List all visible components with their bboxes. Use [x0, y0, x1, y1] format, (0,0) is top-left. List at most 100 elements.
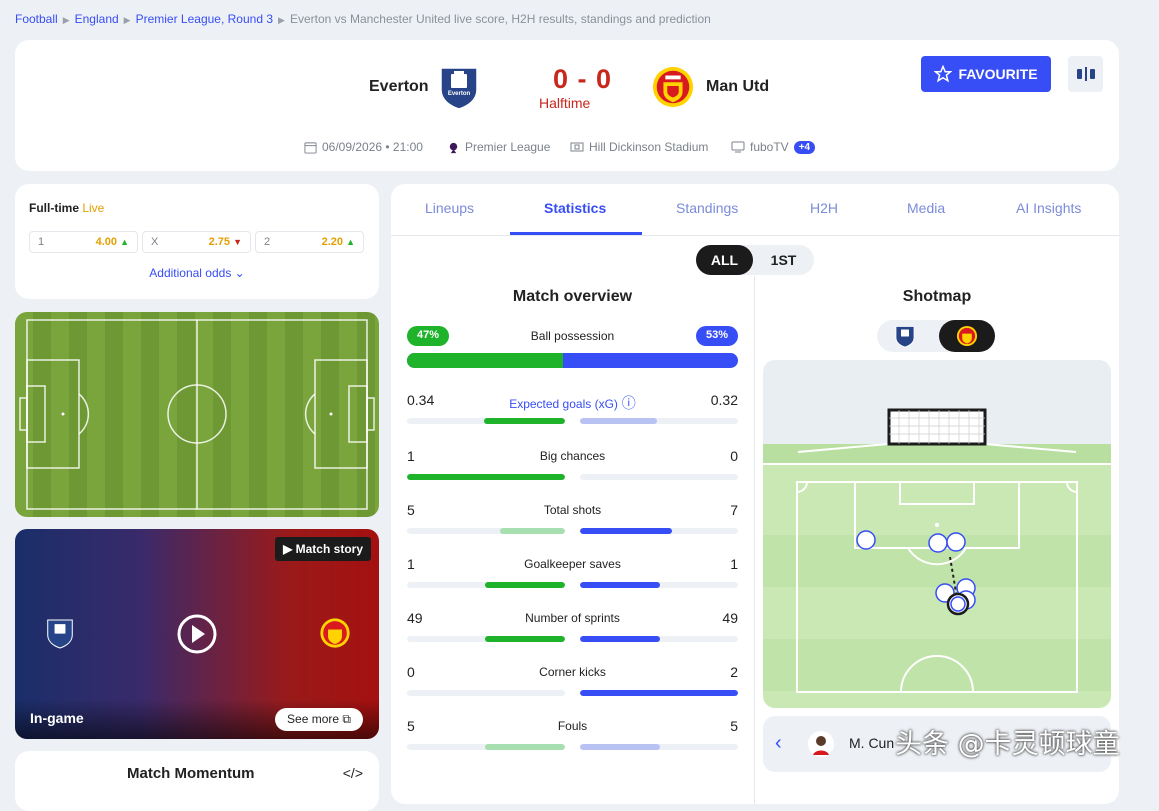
- match-broadcaster[interactable]: fuboTV +4: [731, 140, 816, 154]
- odds-card: Full-time Live 1 4.00 ▲ X 2.75 ▼ 2 2.20 …: [15, 184, 379, 299]
- stat-bar-home: [407, 636, 565, 642]
- stat-away-value: 0.32: [710, 392, 738, 408]
- tab-ai-insights[interactable]: AI Insights: [1016, 200, 1081, 216]
- favourite-button[interactable]: FAVOURITE: [921, 56, 1051, 92]
- stat-bar-away-fill: [580, 636, 660, 642]
- tv-icon: [731, 141, 745, 153]
- tab-bar: Lineups Statistics Standings H2H Media A…: [391, 184, 1119, 236]
- stat-bar-home-fill: [407, 474, 565, 480]
- watermark: 头条 @卡灵顿球童: [895, 729, 1120, 760]
- stat-row: 0 Corner kicks 2: [407, 664, 738, 698]
- favourite-label: FAVOURITE: [958, 66, 1038, 82]
- match-competition[interactable]: Premier League: [447, 140, 550, 154]
- play-icon[interactable]: [177, 614, 217, 654]
- trend-down-icon: ▼: [233, 237, 242, 247]
- stat-label-text: Fouls: [557, 719, 588, 733]
- period-all-button[interactable]: ALL: [696, 245, 753, 275]
- stat-bar-away-fill: [580, 690, 738, 696]
- compare-button[interactable]: [1068, 56, 1103, 92]
- stat-label-text: Corner kicks: [539, 665, 606, 679]
- odds-key: X: [151, 236, 159, 248]
- info-icon[interactable]: ⓘ: [618, 395, 636, 411]
- period-toggle: ALL 1ST: [696, 245, 814, 275]
- home-team-name[interactable]: Everton: [369, 78, 429, 96]
- odds-value: 2.20 ▲: [321, 236, 355, 248]
- stat-bar-away: [580, 744, 738, 750]
- embed-code-icon[interactable]: </>: [343, 765, 363, 781]
- odds-away[interactable]: 2 2.20 ▲: [255, 231, 364, 253]
- see-more-button[interactable]: See more ⧉: [275, 708, 363, 731]
- tab-media[interactable]: Media: [907, 200, 945, 216]
- match-story-label: Match story: [295, 542, 363, 556]
- match-status: Halftime: [539, 95, 591, 111]
- svg-text:Everton: Everton: [448, 91, 471, 97]
- shotmap-away-button[interactable]: [939, 320, 995, 352]
- additional-odds-label: Additional odds: [149, 266, 232, 280]
- stat-bar-away: [580, 418, 738, 424]
- stat-bar-away: [580, 636, 738, 642]
- away-team-name[interactable]: Man Utd: [706, 78, 769, 96]
- breadcrumb-football[interactable]: Football: [15, 12, 58, 26]
- match-score: 0 - 0: [553, 64, 613, 94]
- stat-away-value: 1: [730, 556, 738, 572]
- odds-home[interactable]: 1 4.00 ▲: [29, 231, 138, 253]
- odds-key: 2: [264, 236, 271, 248]
- tab-lineups[interactable]: Lineups: [425, 200, 474, 216]
- stat-row: 1 Goalkeeper saves 1: [407, 556, 738, 590]
- active-tab-indicator: [510, 232, 642, 235]
- stat-label[interactable]: Expected goals (xG) ⓘ: [407, 393, 738, 413]
- stat-bar-away-fill: [580, 528, 672, 534]
- everton-crest-icon: [47, 619, 73, 649]
- everton-crest-icon[interactable]: Everton: [437, 64, 481, 110]
- stat-label-text: Expected goals (xG): [509, 397, 618, 411]
- momentum-title: Match Momentum: [127, 765, 255, 782]
- stat-bar-home: [407, 744, 565, 750]
- stat-away-value: 49: [722, 610, 738, 626]
- possession-row: 47% Ball possession 53%: [407, 326, 738, 370]
- additional-odds-link[interactable]: Additional odds ⌄: [15, 266, 379, 280]
- breadcrumb-separator-icon: ▶: [278, 15, 285, 25]
- chevron-left-icon[interactable]: ‹: [775, 732, 782, 755]
- stat-label: Big chances: [407, 449, 738, 463]
- odds-value: 2.75 ▼: [208, 236, 242, 248]
- period-first-half-button[interactable]: 1ST: [753, 245, 814, 275]
- shotmap[interactable]: [763, 360, 1111, 708]
- stat-bar-away: [580, 528, 738, 534]
- more-broadcasters-badge[interactable]: +4: [793, 140, 816, 154]
- stat-label-text: Number of sprints: [525, 611, 620, 625]
- tab-statistics[interactable]: Statistics: [544, 200, 606, 216]
- stat-bar-away: [580, 690, 738, 696]
- column-divider: [754, 276, 755, 804]
- tab-standings[interactable]: Standings: [676, 200, 738, 216]
- stat-bar-home-fill: [484, 418, 565, 424]
- odds-draw[interactable]: X 2.75 ▼: [142, 231, 251, 253]
- man-utd-crest-icon[interactable]: [651, 64, 695, 110]
- match-story-button[interactable]: ▶ Match story: [275, 537, 371, 561]
- match-story-video[interactable]: ▶ Match story In-game See more ⧉: [15, 529, 379, 739]
- shotmap-home-button[interactable]: [877, 320, 933, 352]
- breadcrumb-round[interactable]: Premier League, Round 3: [136, 12, 273, 26]
- breadcrumb-england[interactable]: England: [75, 12, 119, 26]
- venue-name: Hill Dickinson Stadium: [589, 140, 709, 154]
- man-utd-crest-icon: [956, 325, 978, 347]
- stat-bar-away: [580, 474, 738, 480]
- breadcrumb-current: Everton vs Manchester United live score,…: [289, 12, 711, 26]
- live-pitch[interactable]: [15, 312, 379, 517]
- stat-bar-away: [580, 582, 738, 588]
- player-avatar: [808, 731, 834, 757]
- possession-bar: [407, 353, 738, 368]
- play-small-icon: ▶: [283, 542, 293, 556]
- stat-row: 49 Number of sprints 49: [407, 610, 738, 644]
- tab-h2h[interactable]: H2H: [810, 200, 838, 216]
- match-venue: Hill Dickinson Stadium: [570, 140, 708, 154]
- stat-bar-away-fill: [580, 744, 660, 750]
- match-details-card: Lineups Statistics Standings H2H Media A…: [391, 184, 1119, 804]
- stat-bar-home: [407, 474, 565, 480]
- odds-title-text: Full-time: [29, 201, 79, 215]
- compare-icon: [1076, 67, 1095, 81]
- stat-away-value: 7: [730, 502, 738, 518]
- stat-bar-away-fill: [580, 418, 657, 424]
- stadium-icon: [570, 142, 584, 152]
- match-overview-title: Match overview: [512, 288, 633, 305]
- stat-away-value: 2: [730, 664, 738, 680]
